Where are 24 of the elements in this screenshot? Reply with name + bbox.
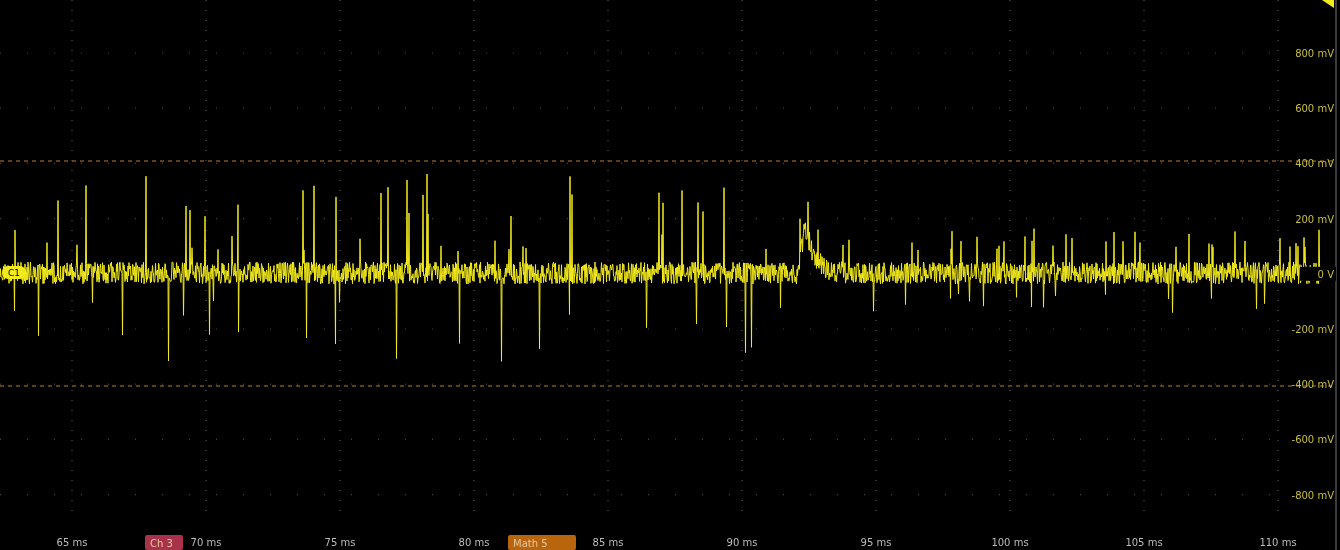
x-axis-label: 70 ms <box>190 537 222 548</box>
x-axis-label: 75 ms <box>324 537 356 548</box>
channel-badge[interactable]: Math 5 <box>508 535 576 550</box>
x-axis-label: 80 ms <box>458 537 490 548</box>
x-axis-label: 95 ms <box>860 537 892 548</box>
channel-badge[interactable]: Ch 3 <box>145 535 183 550</box>
trigger-marker-icon[interactable] <box>1322 0 1334 8</box>
y-axis-label: 600 mV <box>1295 103 1334 115</box>
y-axis-label: 800 mV <box>1295 48 1334 59</box>
y-axis-label: 400 mV <box>1295 158 1334 170</box>
x-axis-label: 65 ms <box>56 537 88 548</box>
label-background <box>1300 266 1336 281</box>
x-axis-label: 110 ms <box>1259 537 1297 548</box>
x-axis-label: 85 ms <box>592 537 624 548</box>
y-axis-label: -600 mV <box>1291 434 1334 446</box>
y-axis-label: 0 V <box>1317 268 1334 280</box>
x-axis-label: 90 ms <box>726 537 758 548</box>
channel-marker[interactable]: C1 <box>2 266 26 279</box>
y-axis-label: -800 mV <box>1291 489 1334 501</box>
y-axis-label: 200 mV <box>1295 213 1334 225</box>
y-axis-label: -200 mV <box>1291 324 1334 335</box>
x-axis-label: 100 ms <box>991 537 1029 548</box>
y-axis-label: -400 mV <box>1291 379 1334 391</box>
x-axis-label: 105 ms <box>1125 537 1163 548</box>
